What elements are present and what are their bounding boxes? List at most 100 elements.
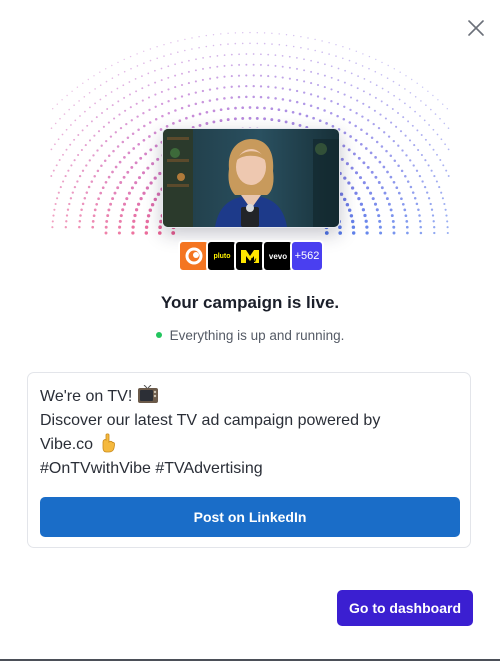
decor-dot (296, 67, 298, 70)
decor-dot (409, 92, 412, 94)
decor-dot (371, 197, 375, 201)
decor-dot (351, 231, 356, 235)
decor-dot (219, 108, 223, 112)
decor-dot (360, 128, 363, 131)
decor-dot (68, 108, 70, 111)
decor-dot (91, 225, 95, 229)
decor-dot (277, 119, 281, 123)
decor-dot (104, 231, 108, 235)
decor-dot (141, 171, 146, 175)
decor-dot (354, 138, 358, 142)
decor-dot (241, 42, 244, 45)
decor-dot (361, 208, 366, 212)
decor-dot (387, 64, 389, 67)
decor-dot (64, 175, 67, 178)
decor-dot (416, 129, 419, 132)
decor-dot (355, 112, 358, 115)
decor-dot (398, 98, 401, 101)
decor-dot (362, 90, 365, 93)
decor-dot (131, 231, 135, 235)
decor-dot (148, 108, 151, 112)
decor-dot (144, 231, 149, 235)
decor-dot (270, 118, 274, 122)
decor-dot (136, 53, 138, 55)
decor-dot (312, 116, 315, 120)
decor-dot (400, 169, 404, 173)
decor-dot (117, 231, 121, 235)
decor-dot (64, 226, 67, 229)
decor-dot (298, 123, 302, 127)
decor-dot (405, 75, 407, 77)
decor-dot (118, 219, 122, 223)
decor-dot (237, 74, 241, 77)
decor-dot (330, 88, 333, 91)
decor-dot (406, 231, 409, 235)
decor-dot (172, 122, 175, 125)
decor-dot (252, 95, 255, 99)
decor-dot (274, 75, 277, 78)
decor-dot (216, 65, 219, 68)
decor-dot (402, 116, 405, 119)
decor-dot (62, 153, 64, 156)
decor-dot (354, 171, 359, 175)
decor-dot (71, 90, 73, 92)
decor-dot (380, 145, 384, 148)
decor-dot (117, 61, 119, 64)
decor-dot (71, 191, 74, 194)
decor-dot (392, 225, 396, 229)
decor-dot (248, 116, 252, 120)
decor-dot (349, 135, 352, 138)
decor-dot (187, 70, 190, 73)
decor-dot (216, 76, 219, 79)
decor-dot (385, 149, 388, 153)
decor-dot (379, 113, 382, 116)
decor-dot (343, 93, 346, 96)
decor-dot (278, 43, 281, 46)
close-icon[interactable] (466, 18, 486, 38)
decor-dot (153, 176, 157, 180)
decor-dot (167, 88, 170, 91)
decor-dot (363, 213, 367, 218)
decor-dot (441, 197, 444, 200)
decor-dot (93, 208, 97, 212)
decor-dot (174, 109, 177, 112)
decor-dot (328, 53, 330, 55)
decor-dot (81, 169, 85, 172)
decor-dot (226, 107, 230, 111)
decor-dot (76, 180, 79, 183)
decor-dot (350, 186, 355, 190)
decor-dot (119, 214, 123, 218)
decor-dot (397, 191, 401, 195)
decor-dot (432, 220, 435, 223)
decor-dot (288, 55, 291, 58)
decor-dot (392, 180, 396, 184)
decor-dot (123, 58, 125, 61)
decor-dot (411, 124, 414, 127)
post-on-linkedin-button[interactable]: Post on LinkedIn (40, 497, 460, 537)
decor-dot (405, 225, 409, 229)
decor-dot (167, 76, 170, 79)
decor-dot (51, 226, 54, 229)
decor-dot (377, 214, 381, 218)
decor-dot (148, 208, 153, 212)
decor-dot (77, 153, 80, 157)
decor-dot (101, 112, 103, 114)
decor-dot (226, 118, 230, 122)
decor-dot (70, 164, 73, 167)
decor-dot (212, 34, 215, 36)
decor-dot (363, 78, 366, 80)
decor-dot (119, 126, 123, 130)
decor-dot (409, 159, 412, 162)
decor-dot (76, 86, 79, 88)
decor-dot (440, 191, 443, 194)
decor-dot (158, 225, 162, 230)
decor-dot (427, 197, 431, 200)
decor-dot (307, 48, 309, 50)
decor-dot (188, 59, 190, 62)
go-to-dashboard-button[interactable]: Go to dashboard (337, 590, 473, 626)
decor-dot (391, 108, 394, 110)
decor-dot (375, 58, 377, 61)
decor-dot (445, 169, 448, 172)
decor-dot (117, 100, 120, 103)
decor-dot (400, 197, 403, 201)
